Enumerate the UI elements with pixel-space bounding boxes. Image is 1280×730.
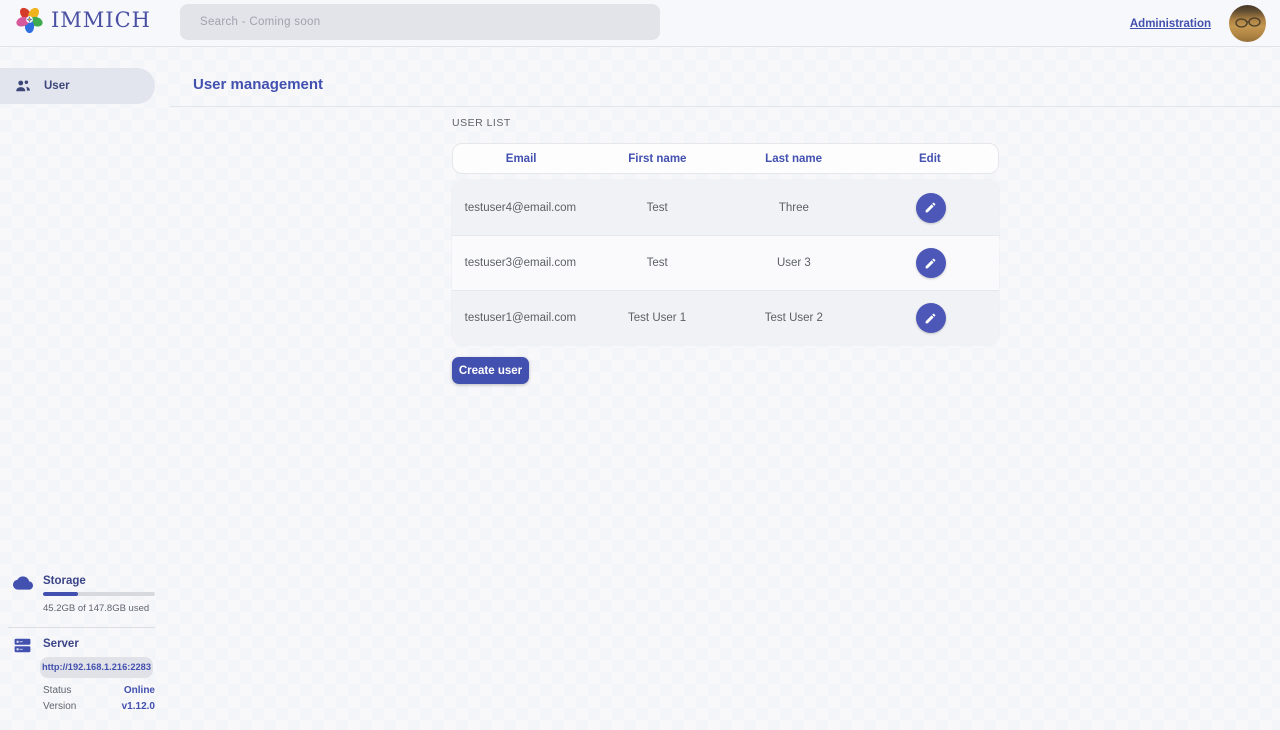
column-header-first-name: First name <box>589 153 725 165</box>
storage-progress-fill <box>43 592 78 596</box>
edit-user-button[interactable] <box>916 193 946 223</box>
cell-email: testuser4@email.com <box>452 202 589 214</box>
sidebar-item-user-label: User <box>44 80 70 92</box>
pencil-icon <box>924 257 937 270</box>
server-status-label: Status <box>43 685 71 696</box>
cell-email: testuser1@email.com <box>452 312 589 324</box>
administration-link[interactable]: Administration <box>1130 18 1211 30</box>
column-header-last-name: Last name <box>726 153 862 165</box>
panel-divider <box>8 627 155 628</box>
create-user-button[interactable]: Create user <box>452 357 529 384</box>
storage-used-text: 45.2GB of 147.8GB used <box>43 603 149 614</box>
user-table: testuser4@email.com Test Three testuser3… <box>452 180 999 345</box>
table-row: testuser3@email.com Test User 3 <box>452 235 999 290</box>
brand-wordmark: IMMICH <box>51 8 151 32</box>
cell-first-name: Test <box>589 257 726 269</box>
pencil-icon <box>924 312 937 325</box>
table-row: testuser4@email.com Test Three <box>452 180 999 235</box>
user-table-header: Email First name Last name Edit <box>452 143 999 174</box>
server-url-badge: http://192.168.1.216:2283 <box>40 657 153 678</box>
search-input[interactable] <box>180 4 660 40</box>
cell-email: testuser3@email.com <box>452 257 589 269</box>
storage-title: Storage <box>43 575 86 587</box>
server-version-label: Version <box>43 701 76 712</box>
cell-first-name: Test User 1 <box>589 312 726 324</box>
users-icon <box>14 77 32 95</box>
edit-user-button[interactable] <box>916 303 946 333</box>
column-header-email: Email <box>453 153 589 165</box>
immich-flower-logo-icon <box>16 6 43 33</box>
cell-last-name: Three <box>726 202 863 214</box>
cell-first-name: Test <box>589 202 726 214</box>
column-header-edit: Edit <box>862 153 998 165</box>
cell-last-name: User 3 <box>726 257 863 269</box>
glasses-photo-detail <box>1233 16 1263 30</box>
table-row: testuser1@email.com Test User 1 Test Use… <box>452 290 999 345</box>
server-status-value: Online <box>124 685 155 696</box>
pencil-icon <box>924 201 937 214</box>
server-icon <box>13 636 32 660</box>
avatar[interactable] <box>1229 5 1266 42</box>
title-divider <box>170 106 1280 107</box>
top-bar: IMMICH Administration <box>0 0 1280 47</box>
user-list-section-label: USER LIST <box>452 117 511 129</box>
brand[interactable]: IMMICH <box>16 6 151 33</box>
storage-progress-bar <box>43 592 155 596</box>
cell-last-name: Test User 2 <box>726 312 863 324</box>
cloud-icon <box>13 573 33 598</box>
sidebar-item-user[interactable]: User <box>0 68 155 104</box>
edit-user-button[interactable] <box>916 248 946 278</box>
page-title: User management <box>193 76 323 93</box>
server-version-value: v1.12.0 <box>122 701 155 712</box>
server-title: Server <box>43 638 79 650</box>
